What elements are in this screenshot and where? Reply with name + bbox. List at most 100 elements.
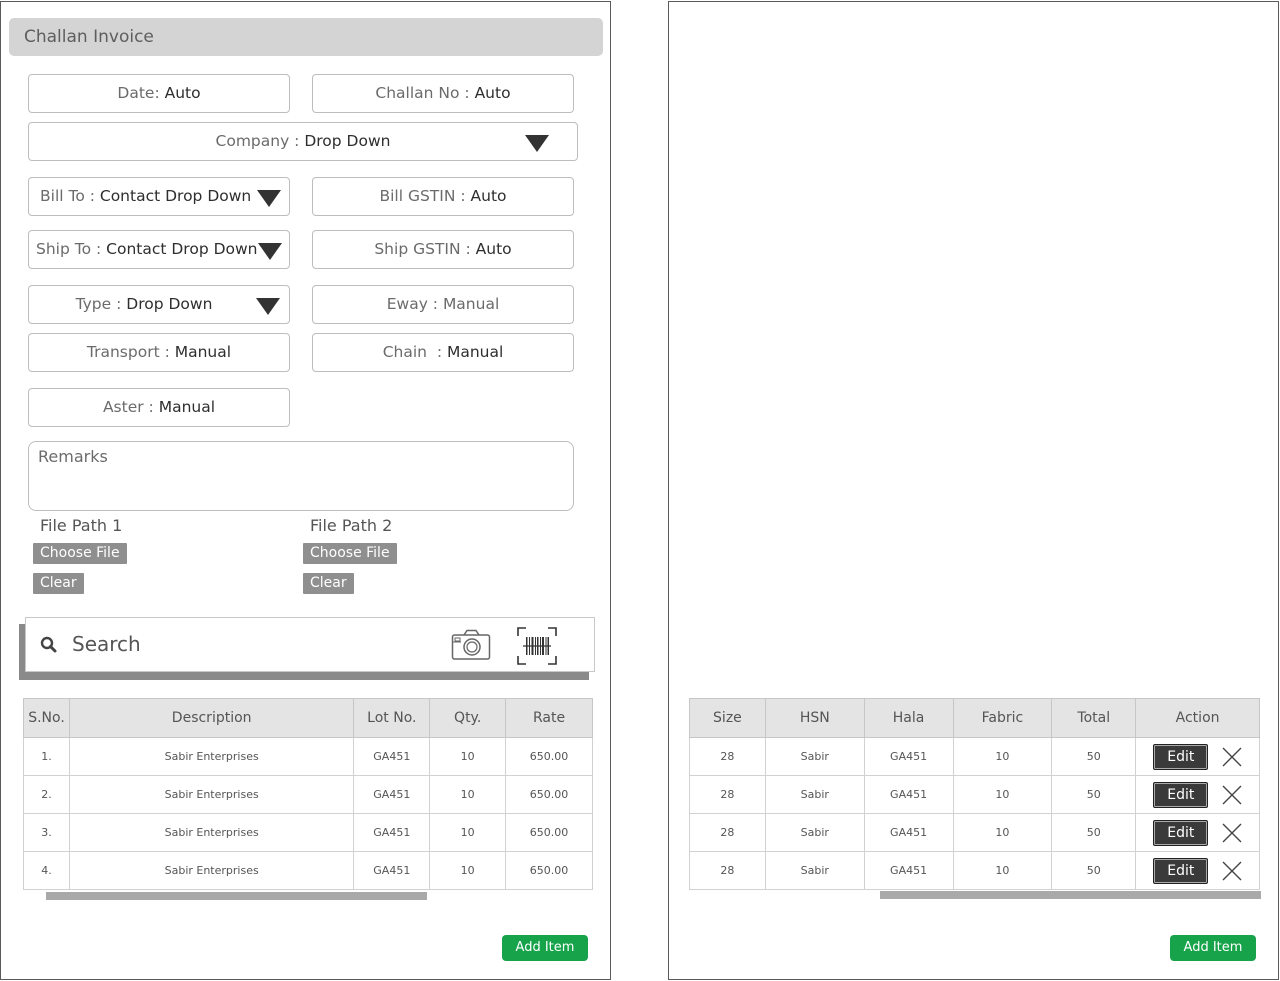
table-cell: 50 [1051, 851, 1137, 890]
table-header-row: Size HSN Hala Fabric Total Action [689, 698, 1260, 738]
type-dropdown[interactable]: Type : Drop Down [28, 285, 290, 324]
chain-value: Manual [446, 343, 504, 361]
table-cell: Sabir [764, 851, 865, 890]
company-dropdown[interactable]: Company : Drop Down [28, 122, 578, 161]
table-cell: 650.00 [505, 851, 593, 890]
table-cell: 50 [1051, 737, 1137, 776]
choose-file-2-button[interactable]: Choose File [303, 543, 397, 564]
bill-gstin-field[interactable]: Bill GSTIN : Auto [312, 177, 574, 216]
challan-no-field[interactable]: Challan No : Auto [312, 74, 574, 113]
close-icon[interactable] [1222, 861, 1242, 881]
company-label: Company : [215, 132, 305, 150]
aster-value: Manual [158, 398, 216, 416]
clear-file-1-button[interactable]: Clear [33, 573, 84, 594]
column-header: Description [68, 698, 355, 738]
table-cell: 10 [429, 813, 507, 852]
file-path-1-label: File Path 1 [40, 516, 123, 535]
table-cell: 4. [23, 851, 70, 890]
horizontal-scrollbar[interactable] [46, 892, 427, 900]
table-cell: 10 [952, 813, 1053, 852]
column-header: Size [689, 698, 766, 738]
column-header: Action [1135, 698, 1260, 738]
table-row[interactable]: 28 Sabir GA451 10 50 Edit [689, 813, 1260, 852]
bill-to-value: Contact Drop Down [99, 187, 252, 205]
table-cell: GA451 [353, 813, 431, 852]
clear-file-2-button[interactable]: Clear [303, 573, 354, 594]
table-row[interactable]: 28 Sabir GA451 10 50 Edit [689, 737, 1260, 776]
transport-field[interactable]: Transport : Manual [28, 333, 290, 372]
close-icon[interactable] [1222, 747, 1242, 767]
table-cell: 28 [689, 737, 766, 776]
table-cell: 28 [689, 775, 766, 814]
challan-no-value: Auto [474, 84, 511, 102]
table-cell: 28 [689, 813, 766, 852]
add-item-button[interactable]: Add Item [1170, 935, 1256, 961]
bill-gstin-label: Bill GSTIN : [379, 187, 471, 205]
column-header: Fabric [952, 698, 1053, 738]
bill-gstin-value: Auto [470, 187, 507, 205]
table-row[interactable]: 28 Sabir GA451 10 50 Edit [689, 851, 1260, 890]
eway-field[interactable]: Eway : Manual [312, 285, 574, 324]
bill-to-dropdown[interactable]: Bill To : Contact Drop Down [28, 177, 290, 216]
camera-icon[interactable] [451, 629, 491, 661]
table-cell: GA451 [353, 737, 431, 776]
remarks-placeholder: Remarks [38, 447, 108, 466]
edit-button[interactable]: Edit [1153, 743, 1209, 770]
transport-label: Transport : [86, 343, 175, 361]
edit-button[interactable]: Edit [1153, 781, 1209, 808]
date-value: Auto [164, 84, 201, 102]
barcode-scan-icon[interactable] [517, 627, 557, 665]
bill-to-label: Bill To : [40, 187, 100, 205]
table-cell: Sabir [764, 737, 865, 776]
table-cell: Sabir Enterprises [68, 813, 355, 852]
table-row[interactable]: 28 Sabir GA451 10 50 Edit [689, 775, 1260, 814]
table-cell: Sabir Enterprises [68, 851, 355, 890]
table-row[interactable]: 1. Sabir Enterprises GA451 10 650.00 [23, 737, 593, 776]
ship-to-dropdown[interactable]: Ship To : Contact Drop Down [28, 230, 290, 269]
close-icon[interactable] [1222, 785, 1242, 805]
table-cell: GA451 [353, 775, 431, 814]
table-cell: 650.00 [505, 775, 593, 814]
page-title: Challan Invoice [9, 18, 603, 56]
add-item-button[interactable]: Add Item [502, 935, 588, 961]
table-cell: Sabir Enterprises [68, 737, 355, 776]
ship-gstin-field[interactable]: Ship GSTIN : Auto [312, 230, 574, 269]
remarks-textarea[interactable]: Remarks [28, 441, 574, 511]
close-icon[interactable] [1222, 823, 1242, 843]
aster-field[interactable]: Aster : Manual [28, 388, 290, 427]
chevron-down-icon [258, 243, 282, 260]
challan-no-label: Challan No : [375, 84, 475, 102]
table-cell: 28 [689, 851, 766, 890]
search-input[interactable]: Search [25, 617, 595, 672]
company-value: Drop Down [304, 132, 391, 150]
table-cell: GA451 [863, 775, 954, 814]
table-cell: 650.00 [505, 813, 593, 852]
table-cell: 3. [23, 813, 70, 852]
choose-file-1-button[interactable]: Choose File [33, 543, 127, 564]
date-field[interactable]: Date: Auto [28, 74, 290, 113]
table-row[interactable]: 3. Sabir Enterprises GA451 10 650.00 [23, 813, 593, 852]
file-path-2-label: File Path 2 [310, 516, 393, 535]
table-row[interactable]: 4. Sabir Enterprises GA451 10 650.00 [23, 851, 593, 890]
column-header: Lot No. [353, 698, 431, 738]
ship-gstin-value: Auto [475, 240, 512, 258]
ship-to-value: Contact Drop Down [106, 240, 258, 258]
horizontal-scrollbar[interactable] [880, 891, 1261, 899]
table-cell: 10 [952, 851, 1053, 890]
chevron-down-icon [257, 190, 281, 207]
table-cell: GA451 [353, 851, 431, 890]
chain-field[interactable]: Chain : Manual [312, 333, 574, 372]
date-label: Date: [117, 84, 165, 102]
chevron-down-icon [256, 298, 280, 315]
table-cell: 10 [429, 851, 507, 890]
table-cell: Sabir Enterprises [68, 775, 355, 814]
table-row[interactable]: 2. Sabir Enterprises GA451 10 650.00 [23, 775, 593, 814]
transport-value: Manual [174, 343, 232, 361]
table-cell: 50 [1051, 775, 1137, 814]
column-header: Total [1051, 698, 1137, 738]
chain-label: Chain : [382, 343, 447, 361]
ship-gstin-label: Ship GSTIN : [374, 240, 476, 258]
action-cell: Edit [1135, 737, 1260, 776]
edit-button[interactable]: Edit [1153, 857, 1209, 884]
edit-button[interactable]: Edit [1153, 819, 1209, 846]
